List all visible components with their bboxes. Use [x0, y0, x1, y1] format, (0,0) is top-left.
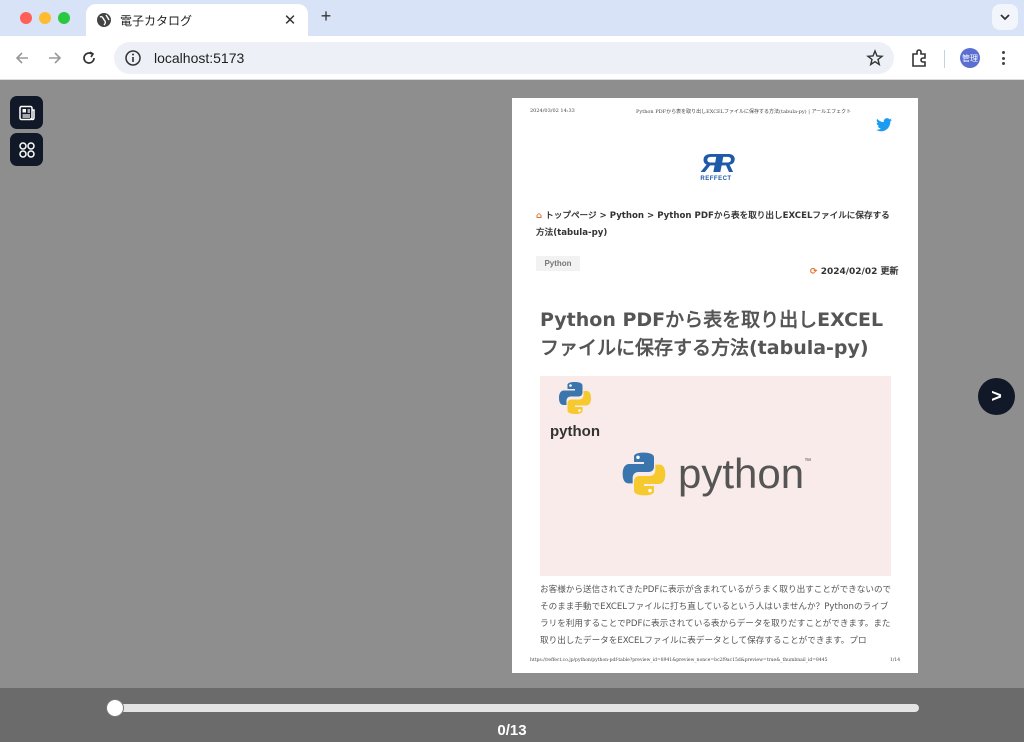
minimize-window-button[interactable] — [39, 12, 51, 24]
arrow-right-icon — [49, 52, 62, 64]
print-date: 2024/03/02 14:33 — [530, 108, 575, 114]
home-icon: ⌂ — [536, 211, 543, 221]
info-icon[interactable] — [124, 49, 142, 67]
address-bar[interactable]: localhost:5173 — [114, 42, 894, 74]
reffect-logo: ЯR REFFECT — [696, 150, 736, 190]
forward-button[interactable] — [45, 48, 65, 68]
arrow-left-icon — [15, 52, 28, 64]
python-logo-large: python ™ — [620, 450, 811, 498]
python-icon-large — [622, 452, 666, 496]
thumbnail-grid-button[interactable] — [10, 133, 43, 166]
chevron-down-icon — [1000, 14, 1010, 21]
reload-icon — [83, 51, 95, 64]
extensions-puzzle-icon[interactable] — [908, 47, 930, 69]
close-window-button[interactable] — [20, 12, 32, 24]
updated-date: ⟳ 2024/02/02 更新 — [810, 264, 899, 277]
back-button[interactable] — [12, 48, 32, 68]
browser-tab-bar: 電子カタログ ✕ + — [0, 0, 1024, 36]
page-slider-track[interactable] — [108, 704, 919, 712]
article-body: お客様から送信されてきたPDFに表示が含まれているがうまく取り出すことができない… — [540, 585, 892, 646]
page-slider-thumb[interactable] — [106, 699, 124, 717]
logo-text: REFFECT — [700, 176, 732, 182]
python-logo-small: python — [550, 380, 600, 440]
toolbar-divider — [944, 50, 945, 68]
globe-icon — [97, 13, 111, 27]
catalog-page: 2024/03/02 14:33 Python PDFから表を取り出しEXCEL… — [512, 98, 918, 673]
bookmark-star-icon[interactable] — [866, 49, 884, 67]
next-page-button[interactable]: > — [978, 378, 1015, 415]
new-tab-button[interactable]: + — [316, 6, 336, 27]
updated-text: 2024/02/02 更新 — [820, 267, 899, 277]
breadcrumb-text: トップページ > Python > Python PDFから表を取り出しEXCE… — [536, 211, 890, 238]
close-tab-icon[interactable]: ✕ — [282, 11, 298, 29]
reload-button[interactable] — [79, 48, 99, 68]
page-counter: 0/13 — [497, 722, 527, 739]
browser-toolbar: localhost:5173 管理 — [0, 36, 1024, 80]
print-header: Python PDFから表を取り出しEXCELファイルに保存する方法(tabul… — [636, 109, 852, 115]
newspaper-icon — [18, 105, 35, 120]
refresh-icon: ⟳ — [810, 267, 818, 277]
article-title: Python PDFから表を取り出しEXCELファイルに保存する方法(tabul… — [540, 309, 884, 359]
url-text: localhost:5173 — [154, 50, 245, 66]
print-footer-url: https://reffect.co.jp/python/python-pdf-… — [530, 658, 828, 663]
browser-tab[interactable]: 電子カタログ ✕ — [86, 4, 308, 36]
tab-title: 電子カタログ — [120, 13, 193, 28]
profile-avatar[interactable]: 管理 — [960, 48, 980, 68]
tab-search-button[interactable] — [992, 4, 1018, 30]
page-view-button[interactable] — [10, 96, 43, 129]
category-badge: Python — [536, 256, 580, 271]
hero-image: python python ™ — [540, 376, 891, 576]
python-icon — [559, 382, 591, 414]
twitter-icon — [876, 118, 892, 132]
page-navigator: 0/13 — [0, 688, 1024, 742]
trademark-symbol: ™ — [804, 458, 812, 465]
page-breadcrumb: ⌂ トップページ > Python > Python PDFから表を取り出しEX… — [536, 208, 896, 242]
python-wordmark-large: python — [678, 450, 805, 497]
print-page-number: 1/14 — [890, 658, 901, 663]
grid-icon — [18, 141, 35, 158]
browser-menu-button[interactable] — [996, 48, 1010, 68]
python-wordmark-small: python — [550, 423, 600, 440]
maximize-window-button[interactable] — [58, 12, 70, 24]
